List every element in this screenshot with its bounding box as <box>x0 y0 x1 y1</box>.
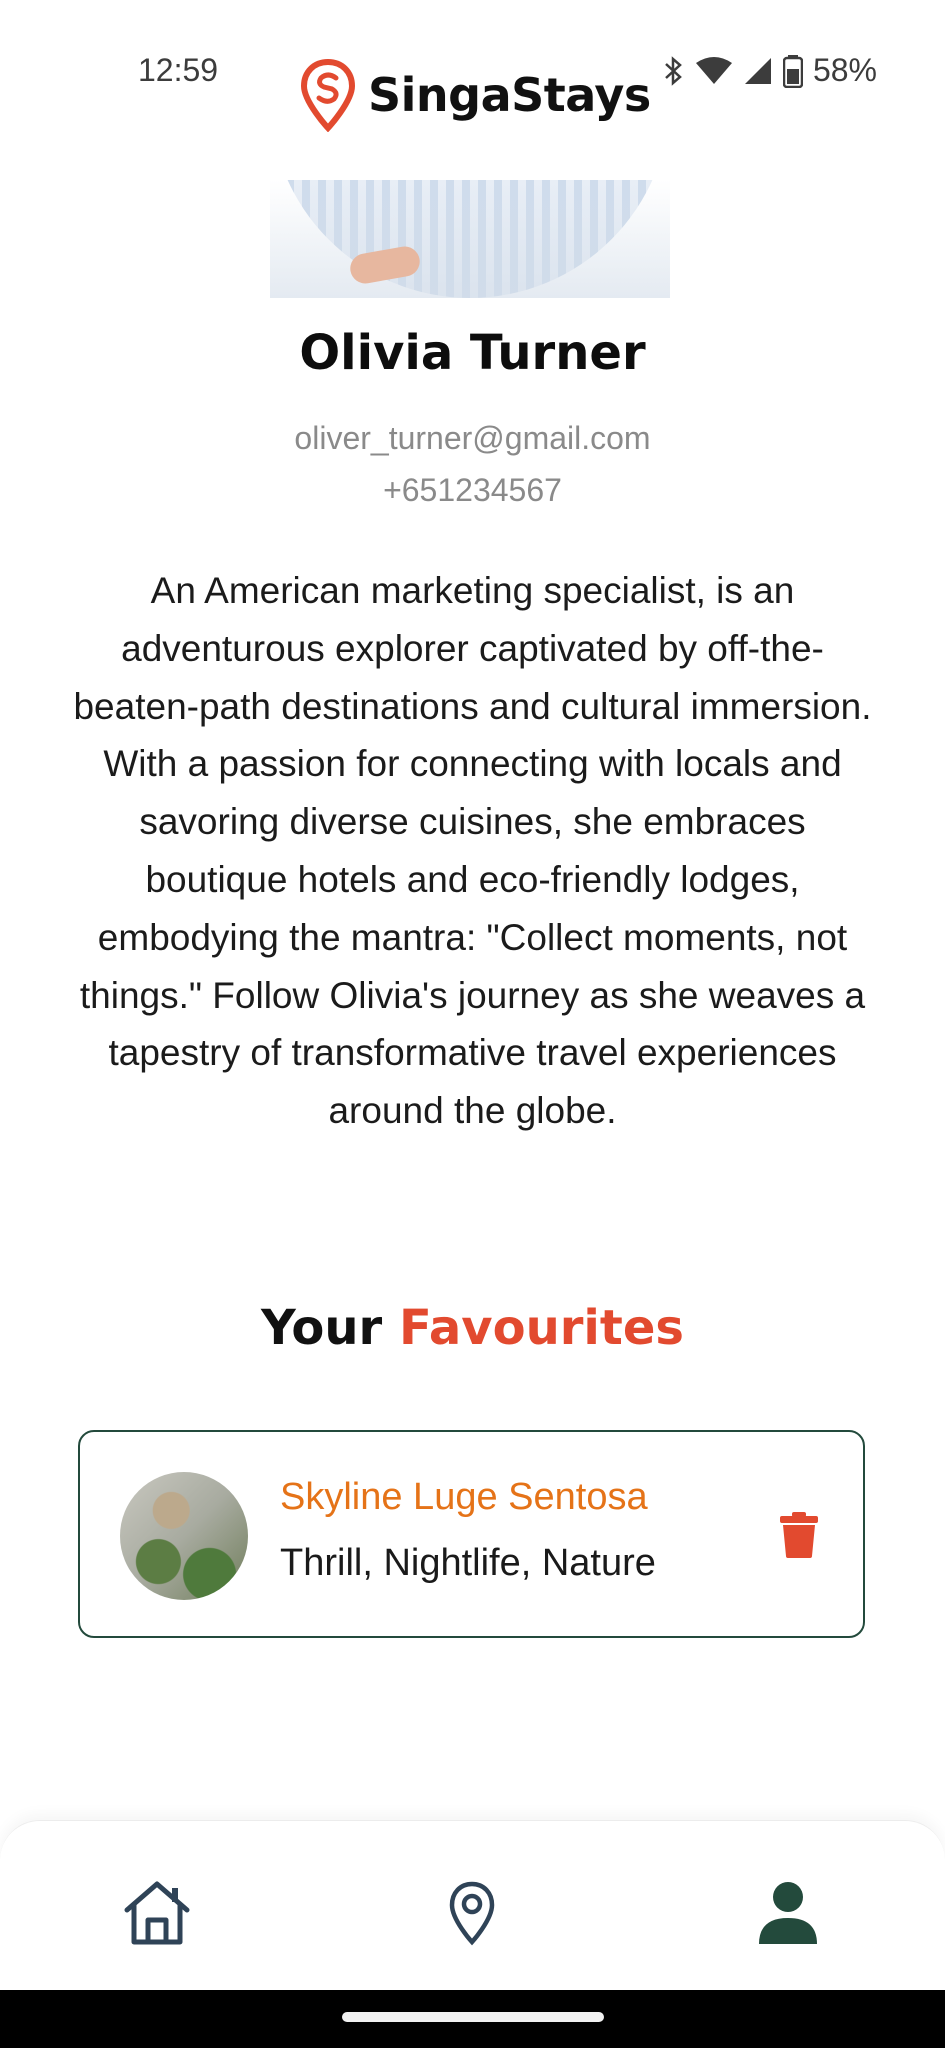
status-icons: 58% <box>663 52 877 89</box>
trash-icon[interactable] <box>779 1512 819 1558</box>
nav-map[interactable] <box>432 1873 512 1953</box>
favourite-title[interactable]: Skyline Luge Sentosa <box>280 1476 648 1519</box>
profile-bio: An American marketing specialist, is an … <box>73 570 872 1132</box>
bluetooth-icon <box>665 55 682 86</box>
favourite-thumbnail <box>120 1472 248 1600</box>
profile-name: Olivia Turner <box>299 325 646 381</box>
system-navigation-bar <box>0 1990 945 2048</box>
app-title: SingaStays <box>368 68 651 122</box>
battery-icon <box>782 54 803 88</box>
app-brand: SingaStays <box>300 58 651 132</box>
status-time: 12:59 <box>138 52 219 88</box>
favourites-heading-your: Your <box>261 1300 383 1356</box>
wifi-icon <box>695 56 732 84</box>
map-pin-logo-icon <box>300 58 356 132</box>
favourite-tags: Thrill, Nightlife, Nature <box>280 1542 656 1584</box>
battery-percent: 58% <box>812 52 877 88</box>
home-icon <box>124 1881 190 1945</box>
favourite-card[interactable]: Skyline Luge Sentosa Thrill, Nightlife, … <box>78 1430 865 1638</box>
bottom-nav <box>0 1820 945 1991</box>
nav-profile[interactable] <box>748 1873 828 1953</box>
nav-home[interactable] <box>117 1873 197 1953</box>
map-pin-icon <box>449 1881 495 1946</box>
profile-screen: 12:59 58% SingaStays Olivia Turner olive… <box>0 0 945 2048</box>
signal-icon <box>744 57 771 84</box>
favourites-heading: Your Favourites <box>0 1300 945 1356</box>
user-icon <box>759 1882 817 1944</box>
avatar <box>270 180 670 298</box>
gesture-handle[interactable] <box>342 2012 604 2022</box>
profile-phone: +651234567 <box>383 472 562 508</box>
favourites-heading-favourites: Favourites <box>398 1300 684 1356</box>
profile-email: oliver_turner@gmail.com <box>294 420 651 456</box>
